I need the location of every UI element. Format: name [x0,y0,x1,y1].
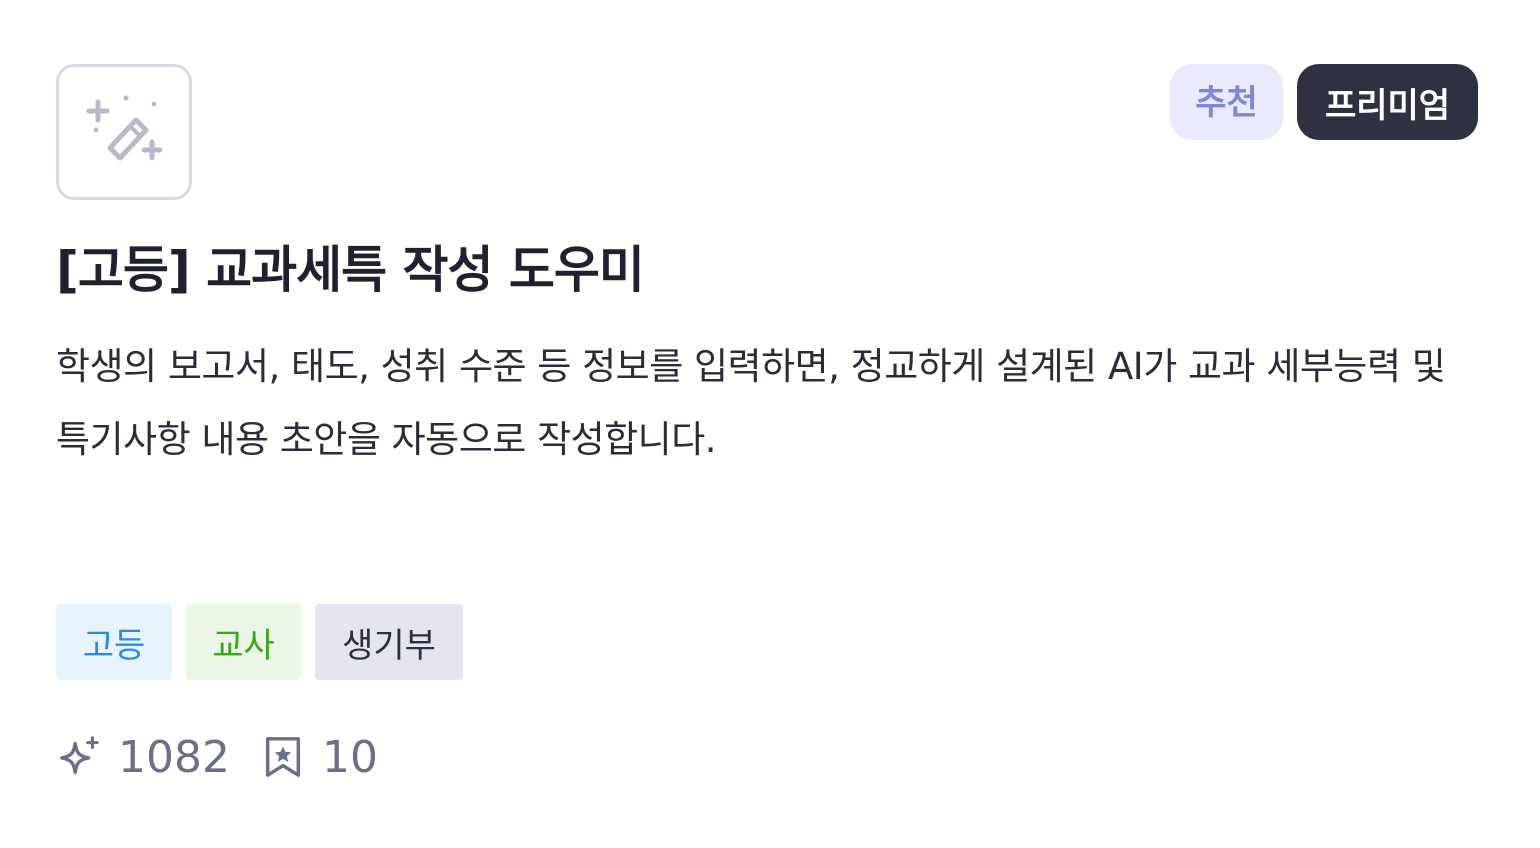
premium-badge: 프리미엄 [1297,64,1478,140]
badge-group: 추천 프리미엄 [1170,64,1478,140]
tag-list: 고등 교사 생기부 [56,604,463,680]
bookmark-star-icon[interactable] [260,734,306,780]
magic-wand-sparkles-icon [56,64,192,200]
recommend-badge: 추천 [1170,64,1283,140]
tag-teacher[interactable]: 교사 [186,604,301,680]
uses-stat: 1082 [56,732,230,783]
bookmark-count: 10 [321,731,378,783]
card-title[interactable]: [고등] 교과세특 작성 도우미 [56,232,645,308]
tag-high-school[interactable]: 고등 [56,604,172,680]
card-stats: 1082 10 [56,722,378,792]
card-description: 학생의 보고서, 태도, 성취 수준 등 정보를 입력하면, 정교하게 설계된 … [56,345,1446,461]
tag-student-record[interactable]: 생기부 [315,604,463,680]
uses-count: 1082 [118,731,230,783]
sparkle-icon [60,736,99,775]
bookmarks-stat[interactable]: 10 [260,732,378,783]
tool-card[interactable]: 추천 프리미엄 [고등] 교과세특 작성 도우미 학생의 보고서, 태도, 성취… [0,0,1540,848]
